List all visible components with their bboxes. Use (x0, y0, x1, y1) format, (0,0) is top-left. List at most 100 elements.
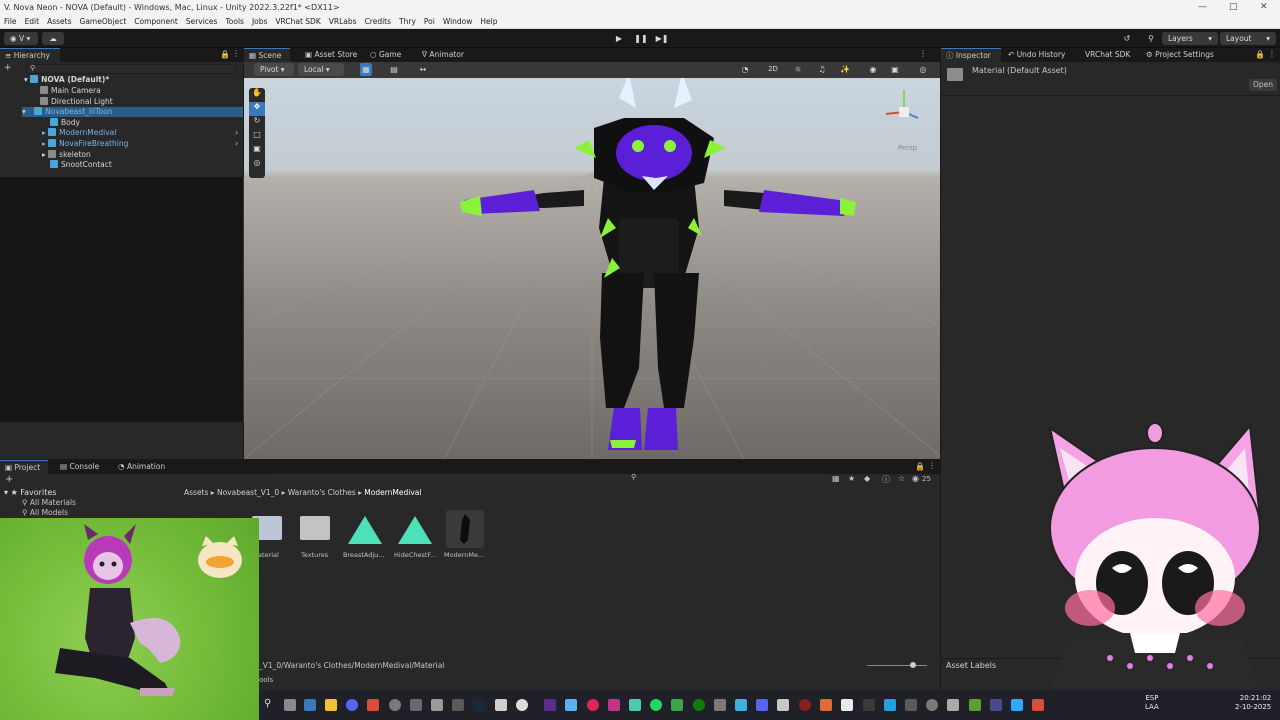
app-icon[interactable] (863, 699, 875, 711)
zoom-slider[interactable] (867, 665, 927, 666)
menu-edit[interactable]: Edit (21, 15, 44, 28)
tab-project-settings[interactable]: ⚙ Project Settings (1141, 48, 1219, 62)
list-item[interactable]: ▾ NOVA (Default)* (24, 75, 239, 85)
search-icon[interactable]: ⚲ (264, 698, 271, 709)
tab-game[interactable]: ○ Game (365, 48, 406, 62)
app-icon[interactable] (777, 699, 789, 711)
tab-hierarchy[interactable]: ≡ Hierarchy (0, 48, 60, 62)
grid-snap-icon[interactable]: ▦ (360, 63, 372, 76)
layers-dropdown[interactable]: Layers ▾ (1162, 32, 1218, 45)
list-item[interactable]: Main Camera (40, 86, 101, 96)
xbox-icon[interactable] (693, 699, 705, 711)
cloud-button[interactable]: ☁ (42, 32, 64, 45)
add-icon[interactable]: + (4, 63, 12, 73)
audio-icon[interactable]: ♫ (816, 63, 828, 76)
menu-assets[interactable]: Assets (43, 15, 75, 28)
menu-component[interactable]: Component (130, 15, 182, 28)
app-icon[interactable] (756, 699, 768, 711)
photoshop-icon[interactable] (1011, 699, 1023, 711)
breadcrumb-item[interactable]: Novabeast_V1_0 (217, 488, 279, 497)
menu-poi[interactable]: Poi (420, 15, 439, 28)
tab-scene[interactable]: ▦ Scene (244, 48, 290, 62)
app-icon[interactable] (367, 699, 379, 711)
menu-file[interactable]: File (0, 15, 21, 28)
maximize-icon[interactable]: □ (1229, 2, 1238, 12)
steam-icon[interactable] (473, 699, 485, 711)
language-indicator[interactable]: ESP LAA (1145, 694, 1159, 712)
whatsapp-icon[interactable] (650, 699, 662, 711)
tab-undo-history[interactable]: ↶ Undo History (1003, 48, 1070, 62)
open-button[interactable]: Open (1249, 79, 1277, 91)
app-icon[interactable] (947, 699, 959, 711)
hand-tool-icon[interactable]: ✋ (249, 88, 265, 102)
play-button[interactable]: ▶ (612, 32, 626, 45)
app-icon[interactable] (841, 699, 853, 711)
minimize-icon[interactable]: — (1198, 2, 1207, 12)
tab-asset-store[interactable]: ▣ Asset Store (300, 48, 362, 62)
lighting-icon[interactable]: ☼ (792, 63, 804, 76)
orientation-gizmo[interactable]: Persp (874, 82, 934, 152)
filter-icon[interactable]: ▦ (832, 474, 840, 483)
app-icon[interactable] (799, 699, 811, 711)
breadcrumb-item[interactable]: Assets (184, 488, 208, 497)
menu-jobs[interactable]: Jobs (248, 15, 271, 28)
scale-tool-icon[interactable]: □ (249, 130, 265, 144)
avatar-model[interactable] (244, 78, 940, 459)
app-icon[interactable] (587, 699, 599, 711)
pause-button[interactable]: ❚❚ (634, 32, 648, 45)
clock[interactable]: 20:21:02 2-10-2025 (1235, 694, 1271, 712)
file-explorer-icon[interactable] (325, 699, 337, 711)
menu-window[interactable]: Window (439, 15, 477, 28)
lock-icon[interactable]: 🔒 (1255, 50, 1265, 59)
unity-icon[interactable] (516, 699, 528, 711)
scene-viewport[interactable]: Persp ✋ ✥ ↻ □ ▣ ◎ (244, 78, 940, 459)
chevron-right-icon[interactable]: › (235, 128, 238, 137)
discord-icon[interactable] (346, 699, 358, 711)
app-icon[interactable] (565, 699, 577, 711)
label-filter-icon[interactable]: ◆ (864, 474, 870, 483)
app-icon[interactable] (431, 699, 443, 711)
list-item[interactable]: ⚲ All Materials (22, 498, 76, 507)
app-icon[interactable] (905, 699, 917, 711)
list-item[interactable]: SnootContact (50, 160, 112, 170)
zoom-slider-handle[interactable] (910, 662, 916, 668)
app-icon[interactable] (735, 699, 747, 711)
app-icon[interactable] (1032, 699, 1044, 711)
menu-vrchat-sdk[interactable]: VRChat SDK (271, 15, 324, 28)
start-icon[interactable] (304, 699, 316, 711)
rotate-tool-icon[interactable]: ↻ (249, 116, 265, 130)
toggle-2d-button[interactable]: 2D (765, 63, 781, 76)
history-button[interactable]: ↺ (1120, 32, 1134, 45)
step-button[interactable]: ▶❚ (655, 32, 669, 45)
app-icon[interactable] (884, 699, 896, 711)
tab-console[interactable]: ▤ Console (55, 460, 104, 474)
asset-item[interactable]: BreastAdju... (342, 510, 388, 560)
tab-vrchat-sdk[interactable]: VRChat SDK (1080, 48, 1135, 62)
rect-tool-icon[interactable]: ▣ (249, 144, 265, 158)
project-search-input[interactable]: ⚲ (265, 473, 825, 484)
list-item[interactable]: Body (50, 118, 80, 128)
list-item[interactable]: ▸ ModernMedival (42, 128, 116, 138)
menu-help[interactable]: Help (476, 15, 501, 28)
menu-vrlabs[interactable]: VRLabs (325, 15, 361, 28)
pivot-dropdown[interactable]: Pivot ▾ (254, 63, 294, 76)
snap-icon[interactable]: ▤ (388, 63, 400, 76)
menu-kebab-icon[interactable]: ⋮ (919, 49, 927, 58)
app-icon[interactable] (714, 699, 726, 711)
app-icon[interactable] (820, 699, 832, 711)
chevron-right-icon[interactable]: › (235, 139, 238, 148)
asset-item[interactable]: HideChestF... (392, 510, 438, 560)
move-tool-icon[interactable]: ✥ (249, 102, 265, 116)
menu-credits[interactable]: Credits (361, 15, 395, 28)
instagram-icon[interactable] (608, 699, 620, 711)
menu-gameobject[interactable]: GameObject (76, 15, 131, 28)
list-item[interactable]: ▾ Novabeast_lilToon (22, 107, 243, 117)
type-filter-icon[interactable]: ★ (848, 474, 855, 483)
asset-item[interactable]: ModernMe... (442, 510, 488, 560)
tab-animator[interactable]: ∇ Animator (417, 48, 469, 62)
list-item[interactable]: ▸ NovaFireBreathing (42, 139, 128, 149)
transform-tool-icon[interactable]: ◎ (249, 158, 265, 172)
account-dropdown[interactable]: ◉ V ▾ (4, 32, 38, 45)
menu-kebab-icon[interactable]: ⋮ (232, 49, 240, 58)
lock-icon[interactable]: 🔒 (220, 50, 230, 59)
